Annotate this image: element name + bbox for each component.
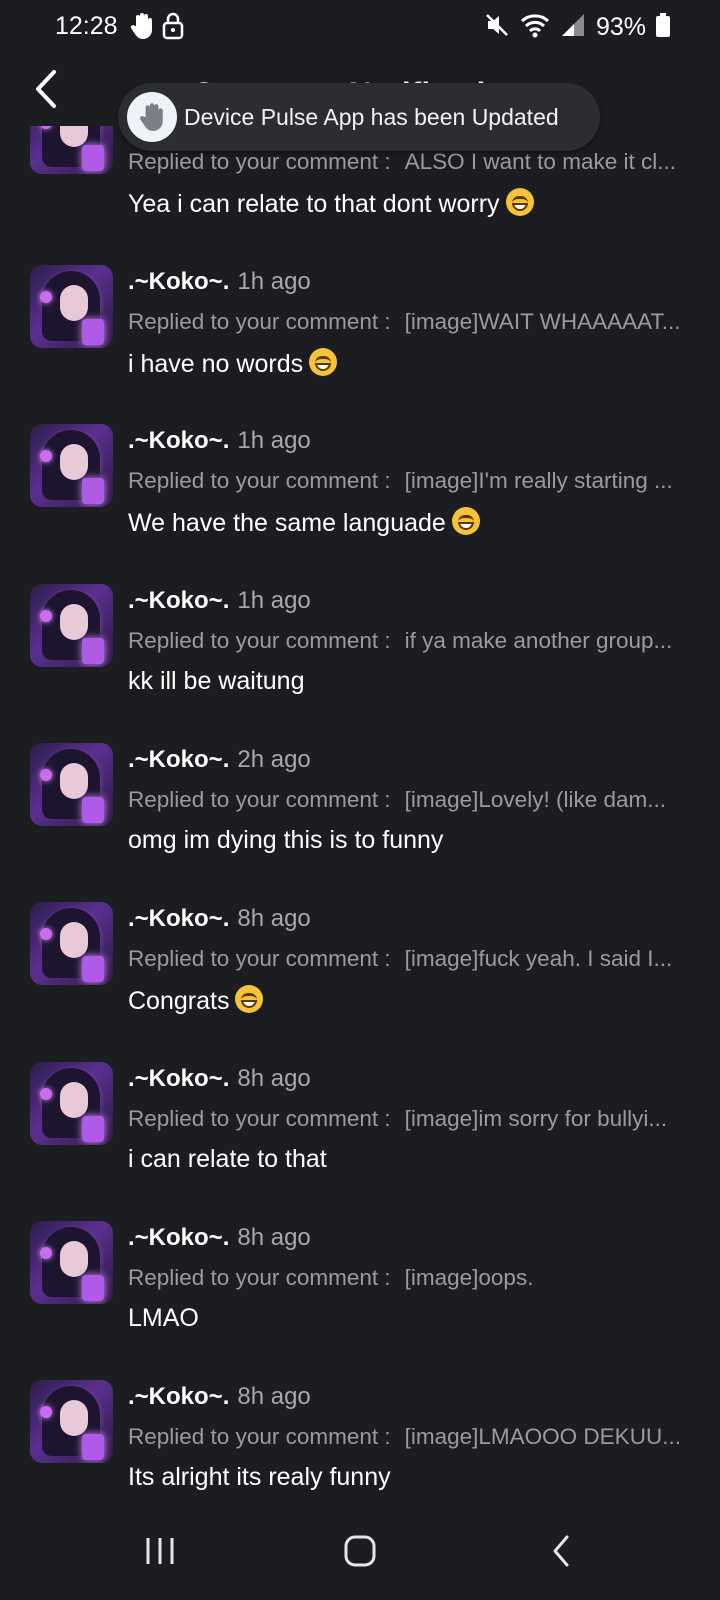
- list-item[interactable]: .~Koko~. 8h ago Replied to your comment :…: [0, 1058, 720, 1217]
- timestamp: 8h ago: [237, 905, 311, 932]
- replied-line: Replied to your comment : [image]I'm real…: [128, 468, 673, 493]
- name-line: .~Koko~. 8h ago: [128, 905, 311, 933]
- replied-line: Replied to your comment : [image]WAIT WHA…: [128, 309, 681, 334]
- list-item[interactable]: .~Koko~. 8h ago Replied to your comment :…: [0, 1217, 720, 1376]
- avatar[interactable]: [30, 902, 113, 985]
- timestamp: 2h ago: [237, 746, 311, 773]
- list-item[interactable]: .~Koko~. 1h ago Replied to your comment :…: [0, 261, 720, 420]
- name-line: .~Koko~. 8h ago: [128, 1065, 311, 1093]
- replied-line: Replied to your comment : if ya make anot…: [128, 628, 673, 653]
- recent-apps-button[interactable]: [130, 1528, 190, 1574]
- name-line: .~Koko~. 1h ago: [128, 587, 311, 615]
- timestamp: 8h ago: [237, 1065, 311, 1092]
- home-button[interactable]: [330, 1528, 390, 1574]
- update-toast[interactable]: Device Pulse App has been Updated: [118, 83, 600, 151]
- reply-text: i have no words: [128, 348, 338, 379]
- replied-line: Replied to your comment : [image]im sorry…: [128, 1106, 668, 1131]
- recent-apps-icon: [146, 1538, 174, 1564]
- reply-text: kk ill be waitung: [128, 667, 305, 695]
- signal-icon: [560, 12, 586, 43]
- timestamp: 8h ago: [237, 1224, 311, 1251]
- reply-text: i can relate to that: [128, 1145, 327, 1173]
- timestamp: 1h ago: [237, 427, 311, 454]
- nav-back-button[interactable]: [532, 1528, 592, 1574]
- grinning-emoji-icon: [451, 507, 480, 535]
- username[interactable]: .~Koko~.: [128, 1224, 229, 1251]
- toast-message: Device Pulse App has been Updated: [184, 103, 559, 130]
- timestamp: 1h ago: [237, 268, 311, 295]
- wifi-icon: [520, 12, 550, 43]
- status-bar: 12:28 93%: [0, 0, 720, 52]
- avatar[interactable]: [30, 1380, 113, 1463]
- original-comment: if ya make another group...: [404, 628, 673, 653]
- hand-icon: [127, 92, 177, 142]
- username[interactable]: .~Koko~.: [128, 268, 229, 295]
- username[interactable]: .~Koko~.: [128, 905, 229, 932]
- grinning-emoji-icon: [235, 985, 264, 1013]
- original-comment: [image]WAIT WHAAAAAT...: [404, 309, 681, 334]
- lock-icon: [162, 12, 184, 45]
- back-arrow-icon: [36, 70, 56, 108]
- list-item[interactable]: .~Koko~. 8h ago Replied to your comment :…: [0, 898, 720, 1057]
- notification-list[interactable]: Replied to your comment : ALSO I want to …: [0, 126, 720, 1500]
- list-item[interactable]: .~Koko~. 8h ago Replied to your comment :…: [0, 1376, 720, 1500]
- timestamp: 1h ago: [237, 587, 311, 614]
- replied-line: Replied to your comment : ALSO I want to …: [128, 149, 676, 174]
- avatar[interactable]: [30, 1221, 113, 1304]
- username[interactable]: .~Koko~.: [128, 1065, 229, 1092]
- avatar[interactable]: [30, 126, 113, 174]
- list-item[interactable]: .~Koko~. 1h ago Replied to your comment :…: [0, 420, 720, 579]
- home-icon: [344, 1535, 376, 1567]
- navigation-bar: [0, 1500, 720, 1600]
- list-item[interactable]: .~Koko~. 2h ago Replied to your comment :…: [0, 739, 720, 898]
- reply-text: LMAO: [128, 1304, 199, 1332]
- avatar[interactable]: [30, 584, 113, 667]
- timestamp: 8h ago: [237, 1383, 311, 1410]
- original-comment: [image]oops.: [404, 1265, 534, 1290]
- reply-text: omg im dying this is to funny: [128, 826, 444, 854]
- name-line: .~Koko~. 8h ago: [128, 1224, 311, 1252]
- original-comment: [image]I'm really starting ...: [404, 468, 673, 493]
- name-line: .~Koko~. 1h ago: [128, 427, 311, 455]
- grinning-emoji-icon: [309, 348, 338, 376]
- back-icon: [553, 1535, 569, 1567]
- back-button[interactable]: [30, 64, 70, 114]
- original-comment: ALSO I want to make it cl...: [404, 149, 676, 174]
- reply-text: Its alright its realy funny: [128, 1463, 391, 1491]
- battery-icon: [656, 13, 670, 42]
- replied-line: Replied to your comment : [image]oops.: [128, 1265, 534, 1290]
- name-line: .~Koko~. 8h ago: [128, 1383, 311, 1411]
- original-comment: [image]Lovely! (like dam...: [404, 787, 666, 812]
- original-comment: [image]LMAOOO DEKUU...: [404, 1424, 681, 1449]
- username[interactable]: .~Koko~.: [128, 1383, 229, 1410]
- username[interactable]: .~Koko~.: [128, 746, 229, 773]
- avatar[interactable]: [30, 743, 113, 826]
- avatar[interactable]: [30, 1062, 113, 1145]
- grinning-emoji-icon: [505, 188, 534, 216]
- status-time: 12:28: [55, 12, 118, 40]
- original-comment: [image]fuck yeah. I said I...: [404, 946, 673, 971]
- name-line: .~Koko~. 1h ago: [128, 268, 311, 296]
- replied-line: Replied to your comment : [image]LMAOOO D…: [128, 1424, 681, 1449]
- hand-icon: [130, 12, 154, 45]
- reply-text: Yea i can relate to that dont worry: [128, 188, 534, 219]
- username[interactable]: .~Koko~.: [128, 587, 229, 614]
- name-line: .~Koko~. 2h ago: [128, 746, 311, 774]
- replied-line: Replied to your comment : [image]fuck yea…: [128, 946, 673, 971]
- avatar[interactable]: [30, 265, 113, 348]
- mute-icon: [484, 12, 510, 43]
- replied-line: Replied to your comment : [image]Lovely! …: [128, 787, 666, 812]
- reply-text: Congrats: [128, 985, 264, 1016]
- reply-text: We have the same languade: [128, 507, 480, 538]
- username[interactable]: .~Koko~.: [128, 427, 229, 454]
- battery-percent: 93%: [595, 13, 646, 41]
- avatar[interactable]: [30, 424, 113, 507]
- list-item[interactable]: .~Koko~. 1h ago Replied to your comment :…: [0, 580, 720, 739]
- original-comment: [image]im sorry for bullyi...: [404, 1106, 668, 1131]
